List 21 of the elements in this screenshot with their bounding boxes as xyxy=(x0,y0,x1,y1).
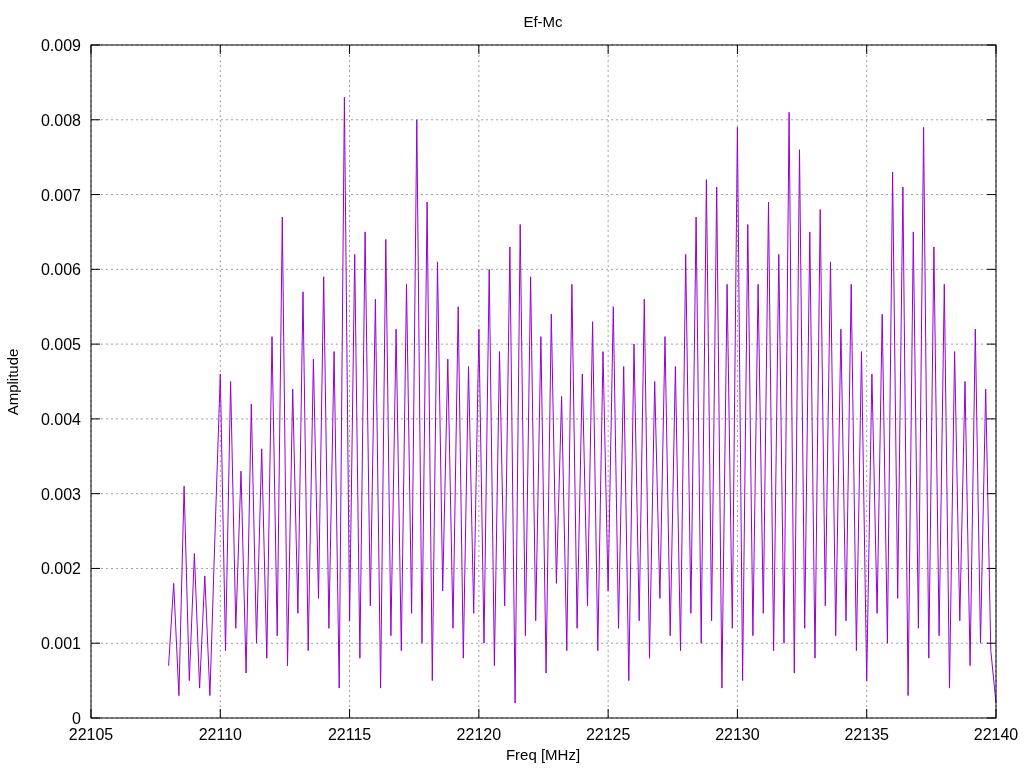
x-tick-label: 22110 xyxy=(198,726,242,743)
y-tick-label: 0 xyxy=(72,710,81,727)
x-tick-label: 22120 xyxy=(456,726,502,743)
y-tick-label: 0.006 xyxy=(40,261,81,279)
x-tick-label: 22130 xyxy=(715,726,760,743)
y-axis-label: Amplitude xyxy=(4,348,21,416)
y-tick-label: 0.008 xyxy=(40,111,81,129)
y-tick-label: 0.001 xyxy=(40,635,81,653)
y-tick-label: 0.002 xyxy=(40,560,81,578)
y-tick-label: 0.003 xyxy=(40,485,81,503)
x-tick-label: 22115 xyxy=(327,726,372,743)
y-tick-label: 0.005 xyxy=(40,336,81,354)
x-tick-label: 22140 xyxy=(973,726,1019,743)
x-axis-label: Freq [MHz] xyxy=(505,746,581,763)
y-tick-label: 0.009 xyxy=(40,37,81,54)
x-tick-label: 22125 xyxy=(585,726,631,743)
y-tick-label: 0.004 xyxy=(40,410,81,428)
chart-title: Ef-Mc xyxy=(523,13,563,30)
x-tick-label: 22105 xyxy=(68,726,114,743)
y-tick-label: 0.007 xyxy=(40,186,81,204)
x-tick-label: 22135 xyxy=(844,726,889,743)
